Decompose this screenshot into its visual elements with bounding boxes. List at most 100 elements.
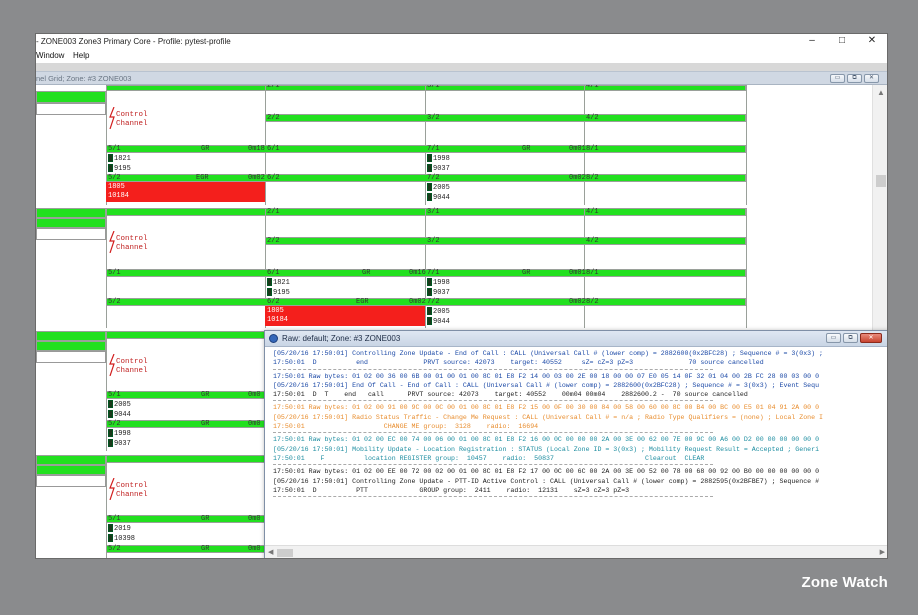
call-type: GR	[201, 391, 210, 399]
call-timer: 0m0	[248, 391, 261, 399]
brand-caption: Zone Watch	[801, 574, 888, 591]
unit-id: 1998	[108, 429, 131, 439]
cell-label: 5/1	[108, 269, 121, 277]
call-type: GR	[201, 545, 210, 553]
col-divider	[106, 208, 107, 328]
unit-id: 2005	[108, 400, 131, 410]
row-3-ch3-bar	[106, 391, 266, 399]
cell-label: 8/1	[586, 145, 599, 153]
call-timer: 0m01	[569, 145, 586, 153]
emergency-unit-id: 10184	[267, 316, 289, 324]
unit-id: 2019	[108, 524, 131, 534]
emergency-call-cell[interactable]	[265, 306, 425, 326]
raw-minimize-button[interactable]: ▭	[826, 333, 841, 343]
row-2-ch2-bar	[265, 237, 746, 245]
raw-window-controls: ▭ ⧉ ✕	[826, 333, 882, 343]
mdi-minimize-button[interactable]: ▭	[830, 74, 845, 83]
row-2-ch4-bar	[106, 298, 746, 306]
radio-icon	[427, 317, 432, 325]
cell-label: 6/1	[267, 269, 280, 277]
log-line: 17:50:01 Raw bytes: 01 02 00 91 00 9C 00…	[273, 404, 820, 412]
cell-label: 3/1	[427, 85, 440, 90]
cell-label: 5/2	[108, 174, 121, 182]
radio-icon	[267, 288, 272, 296]
cell-label: 6/2	[267, 298, 280, 306]
cell-label: 8/2	[586, 298, 599, 306]
call-timer: 0m18	[248, 145, 265, 153]
log-line: 17:50:01 Raw bytes: 01 02 00 36 00 6B 00…	[273, 372, 820, 380]
scroll-right-icon[interactable]: ▶	[880, 548, 885, 556]
maximize-button[interactable]: □	[827, 34, 857, 49]
row-1-top-bar	[106, 85, 746, 91]
raw-close-button[interactable]: ✕	[860, 333, 882, 343]
control-channel-label: Control Channel	[116, 482, 148, 499]
scroll-thumb[interactable]	[277, 549, 293, 557]
raw-horizontal-scrollbar[interactable]: ◀ ▶	[265, 545, 887, 558]
scroll-up-icon[interactable]: ▲	[877, 88, 885, 97]
cell-label: 5/1	[108, 391, 121, 399]
log-line: [05/20/16 17:50:01] Mobility Update - Lo…	[273, 445, 820, 453]
window-title: - ZONE003 Zone3 Primary Core - Profile: …	[36, 37, 231, 46]
call-type: EGR	[196, 174, 209, 182]
call-type: GR	[522, 269, 531, 277]
minimize-button[interactable]: –	[797, 34, 827, 49]
cell-label: 7/2	[427, 174, 440, 182]
radio-icon	[108, 410, 113, 418]
row-4-ch3-bar	[106, 515, 266, 523]
radio-icon	[108, 164, 113, 172]
call-timer: 0m16	[409, 269, 426, 277]
unit-id: 9044	[427, 317, 450, 327]
col-divider	[425, 208, 426, 328]
mdi-restore-button[interactable]: ⧉	[847, 74, 862, 83]
radio-icon	[427, 193, 432, 201]
radio-icon	[108, 429, 113, 437]
call-timer: 0m0	[248, 515, 261, 523]
log-separator	[273, 368, 713, 370]
call-timer: 0m02	[569, 174, 586, 182]
call-timer: 0m0	[248, 420, 261, 428]
col-divider	[584, 208, 585, 328]
mdi-window-controls: ▭ ⧉ ✕	[830, 74, 879, 83]
call-type: GR	[201, 145, 210, 153]
row-1-ch2-bar	[265, 114, 746, 122]
cell-label: 8/2	[586, 174, 599, 182]
col-divider	[106, 455, 107, 558]
menu-help[interactable]: Help	[73, 51, 89, 60]
log-line: [05/20/16 17:50:01] End Of Call - End of…	[273, 381, 820, 389]
site-header-2	[36, 208, 106, 218]
emergency-call-cell[interactable]	[106, 182, 265, 202]
raw-restore-button[interactable]: ⧉	[843, 333, 858, 343]
cell-label: 4/2	[586, 114, 599, 122]
call-type: GR	[201, 420, 210, 428]
site-box-2	[36, 228, 106, 240]
log-line: 17:50:01 D PTT GROUP group: 2411 radio: …	[273, 486, 630, 494]
radio-icon	[108, 400, 113, 408]
scroll-thumb[interactable]	[876, 175, 886, 187]
row-2-top-bar	[106, 208, 746, 216]
unit-id: 9044	[108, 410, 131, 420]
cell-label: 5/2	[108, 545, 121, 553]
row-2-ch3-bar	[106, 269, 746, 277]
log-line: [05/20/16 17:50:01] Controlling Zone Upd…	[273, 350, 824, 357]
close-button[interactable]: ✕	[857, 34, 887, 49]
cell-label: 5/2	[108, 298, 121, 306]
cell-label: 4/2	[586, 237, 599, 245]
menu-window[interactable]: Window	[36, 51, 64, 60]
cell-label: 2/2	[267, 237, 280, 245]
menu-bar: Window Help	[36, 49, 887, 63]
emergency-unit-id: 10184	[108, 192, 130, 200]
cell-label: 5/1	[108, 145, 121, 153]
cell-label: 2/1	[267, 208, 280, 216]
mdi-close-button[interactable]: ✕	[864, 74, 879, 83]
log-line: 17:50:01 Raw bytes: 01 02 00 EE 00 72 00…	[273, 468, 820, 476]
control-channel-label: Control Channel	[116, 235, 148, 252]
radio-icon	[108, 524, 113, 532]
scroll-left-icon[interactable]: ◀	[268, 548, 273, 556]
channel-grid-titlebar: nel Grid; Zone: #3 ZONE003 ▭ ⧉ ✕	[36, 71, 887, 85]
log-separator	[273, 496, 713, 498]
raw-log-text[interactable]: [05/20/16 17:50:01] Controlling Zone Upd…	[265, 347, 887, 545]
log-line: 17:50:01 Raw bytes: 01 02 00 EC 00 74 00…	[273, 436, 820, 444]
unit-id: 9037	[427, 288, 450, 298]
control-channel-label: Control Channel	[116, 358, 148, 375]
radio-icon	[427, 278, 432, 286]
